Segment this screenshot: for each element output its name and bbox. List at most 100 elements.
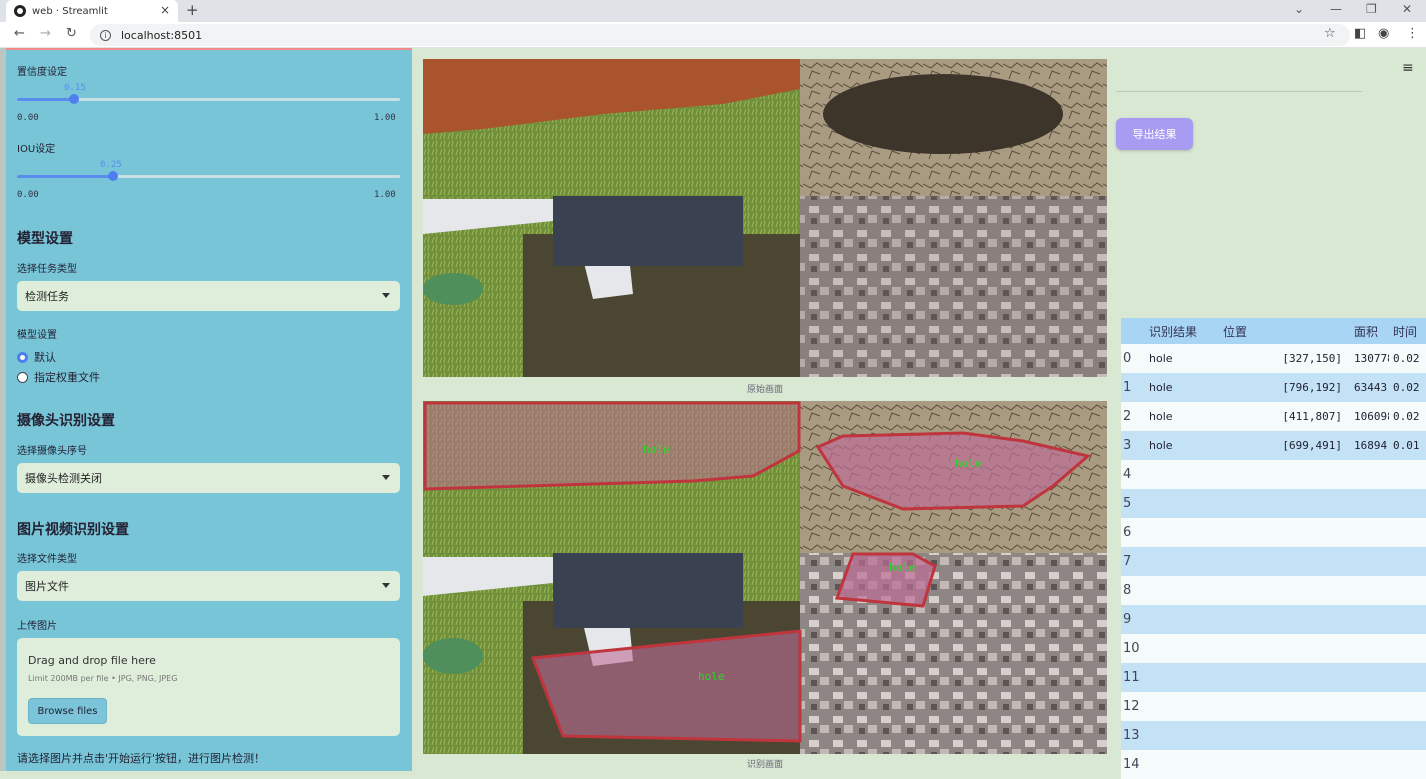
radio-custom-weights[interactable]: 指定权重文件 [17, 369, 100, 385]
confidence-slider[interactable] [17, 94, 400, 104]
table-row[interactable]: 11 [1121, 663, 1426, 692]
iou-slider[interactable] [17, 171, 400, 181]
main-content: 原始画面 hole hole hole hole 识别画面 [412, 48, 1118, 771]
browser-tab[interactable]: web · Streamlit × [6, 0, 178, 22]
result-position [1219, 518, 1350, 547]
hamburger-menu-icon[interactable]: ≡ [1402, 60, 1414, 76]
result-class: hole [1145, 431, 1219, 460]
result-time [1389, 547, 1426, 576]
result-area [1350, 750, 1389, 779]
task-type-select[interactable]: 检测任务 [17, 281, 400, 311]
radio-default[interactable]: 默认 [17, 349, 56, 365]
result-position [1219, 547, 1350, 576]
result-position [1219, 489, 1350, 518]
iou-slider-handle[interactable] [107, 171, 118, 181]
result-time [1389, 634, 1426, 663]
row-index: 3 [1121, 431, 1145, 460]
table-row[interactable]: 2hole[411,807]1060980.02 [1121, 402, 1426, 431]
site-info-icon[interactable]: i [100, 29, 111, 41]
result-position [1219, 605, 1350, 634]
result-time [1389, 460, 1426, 489]
iou-slider-fill [17, 175, 113, 178]
tab-search-icon[interactable]: ⌄ [1294, 2, 1304, 16]
row-index: 14 [1121, 750, 1145, 779]
table-row[interactable]: 5 [1121, 489, 1426, 518]
row-index: 6 [1121, 518, 1145, 547]
minimize-icon[interactable]: — [1330, 2, 1342, 16]
column-header-4[interactable]: 时间 [1389, 318, 1426, 344]
profile-avatar-icon[interactable]: ◉ [1378, 26, 1389, 41]
radio-selected-icon [17, 351, 28, 363]
row-index: 5 [1121, 489, 1145, 518]
table-row[interactable]: 0hole[327,150]1307780.02 [1121, 344, 1426, 373]
browser-menu-icon[interactable]: ⋮ [1406, 26, 1419, 41]
table-row[interactable]: 14 [1121, 750, 1426, 779]
table-row[interactable]: 4 [1121, 460, 1426, 489]
chevron-down-icon [382, 293, 390, 298]
original-caption: 原始画面 [746, 385, 783, 395]
tab-close-icon[interactable]: × [160, 3, 170, 17]
result-area [1350, 692, 1389, 721]
result-time: 0.02 [1389, 344, 1426, 373]
result-class [1145, 518, 1219, 547]
result-time: 0.01 [1389, 431, 1426, 460]
result-area: 130778 [1350, 344, 1389, 373]
result-area [1350, 605, 1389, 634]
browse-files-button[interactable]: Browse files [28, 698, 107, 724]
result-class [1145, 692, 1219, 721]
table-body: 0hole[327,150]1307780.021hole[796,192]63… [1121, 344, 1426, 779]
export-results-button[interactable]: 导出结果 [1116, 118, 1193, 150]
table-row[interactable]: 3 hole [699,491] 16894 0.01 [1121, 431, 1426, 460]
table-row[interactable]: 13 [1121, 721, 1426, 750]
restore-icon[interactable]: ❐ [1366, 2, 1377, 16]
upload-label: 上传图片 [17, 621, 57, 632]
reload-icon[interactable]: ↻ [66, 26, 77, 41]
column-header-0[interactable] [1121, 318, 1145, 344]
task-type-value: 检测任务 [25, 290, 69, 303]
table-row[interactable]: 10 [1121, 634, 1426, 663]
table-row[interactable]: 6 [1121, 518, 1426, 547]
chevron-down-icon [382, 583, 390, 588]
result-class [1145, 460, 1219, 489]
detection-label-0: hole [643, 443, 670, 456]
result-position [1219, 750, 1350, 779]
url-field[interactable]: i localhost:8501 [90, 24, 1350, 46]
column-header-2[interactable]: 位置 [1219, 318, 1350, 344]
table-row[interactable]: 7 [1121, 547, 1426, 576]
row-index: 2 [1121, 402, 1145, 431]
confidence-slider-handle[interactable] [69, 94, 80, 104]
column-header-3[interactable]: 面积 [1350, 318, 1389, 344]
table-row[interactable]: 9 [1121, 605, 1426, 634]
back-icon[interactable]: ← [14, 26, 25, 41]
detection-label-2: hole [698, 670, 725, 683]
row-index: 7 [1121, 547, 1145, 576]
camera-index-value: 摄像头检测关闭 [25, 472, 102, 485]
table-row[interactable]: 1 hole [796,192] 63443 0.02 [1121, 373, 1426, 402]
confidence-value: 0.15 [64, 83, 86, 93]
close-window-icon[interactable]: ✕ [1402, 2, 1412, 16]
original-image-canvas [423, 59, 1107, 377]
result-area: 16894 [1350, 431, 1389, 460]
camera-index-label: 选择摄像头序号 [17, 446, 87, 457]
file-dropzone[interactable]: Drag and drop file here Limit 200MB per … [17, 638, 400, 736]
result-time [1389, 692, 1426, 721]
result-class [1145, 634, 1219, 663]
result-position [1219, 692, 1350, 721]
forward-icon[interactable]: → [40, 26, 51, 41]
bookmark-star-icon[interactable]: ☆ [1324, 26, 1336, 41]
column-header-1[interactable]: 识别结果 [1145, 318, 1219, 344]
side-panel-icon[interactable]: ◧ [1354, 26, 1366, 41]
result-time [1389, 750, 1426, 779]
iou-min: 0.00 [17, 190, 39, 200]
confidence-max: 1.00 [374, 113, 396, 123]
camera-index-select[interactable]: 摄像头检测关闭 [17, 463, 400, 493]
file-type-value: 图片文件 [25, 580, 69, 593]
result-class [1145, 547, 1219, 576]
table-row[interactable]: 12 [1121, 692, 1426, 721]
address-bar-row: ← → ↻ i localhost:8501 ☆ ◧ ◉ ⋮ [0, 22, 1426, 48]
result-time: 0.02 [1389, 402, 1426, 431]
file-type-select[interactable]: 图片文件 [17, 571, 400, 601]
table-row[interactable]: 8 [1121, 576, 1426, 605]
results-panel: ≡ 导出结果 识别结果位置面积时间 0hole[327,150]1307780.… [1112, 48, 1426, 779]
new-tab-button[interactable]: + [186, 1, 199, 19]
